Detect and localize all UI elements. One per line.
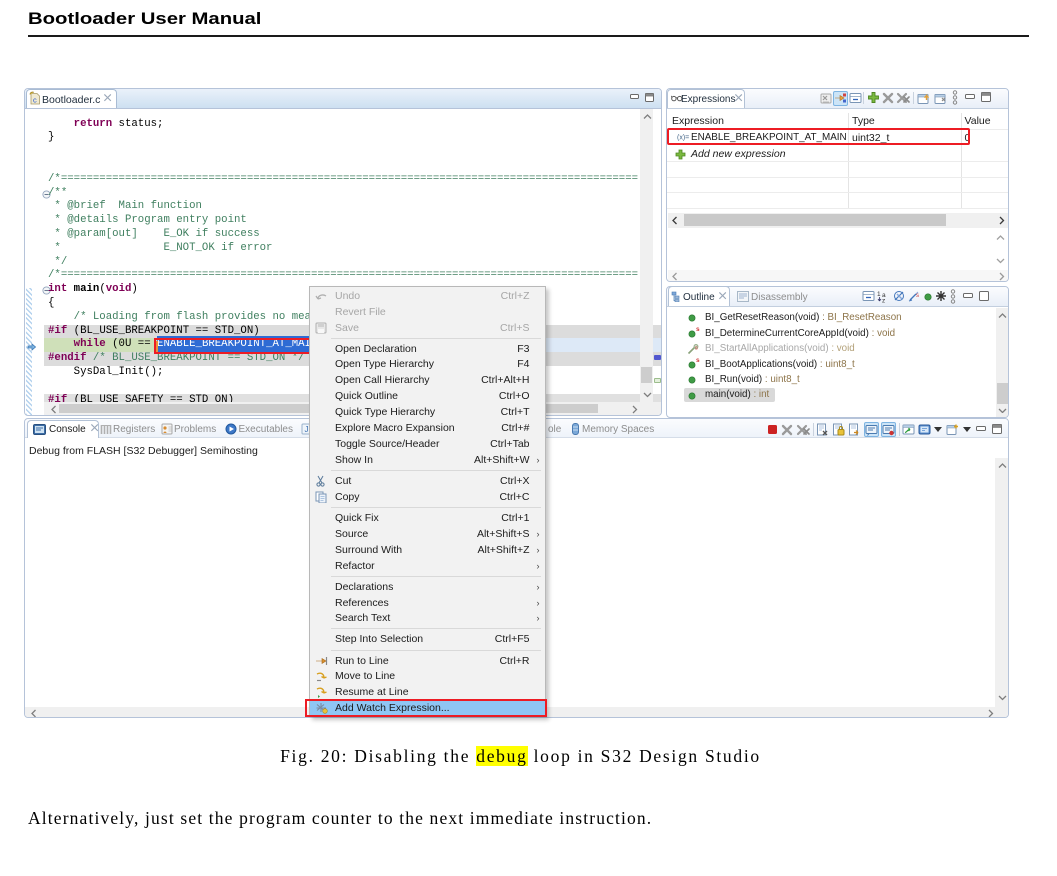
svg-text:z: z	[882, 297, 885, 303]
svg-text:s: s	[916, 293, 919, 299]
svg-text:s: s	[695, 345, 698, 351]
svg-text:1: 1	[877, 291, 881, 298]
svg-text:J: J	[305, 425, 309, 434]
svg-text:c: c	[33, 96, 37, 105]
